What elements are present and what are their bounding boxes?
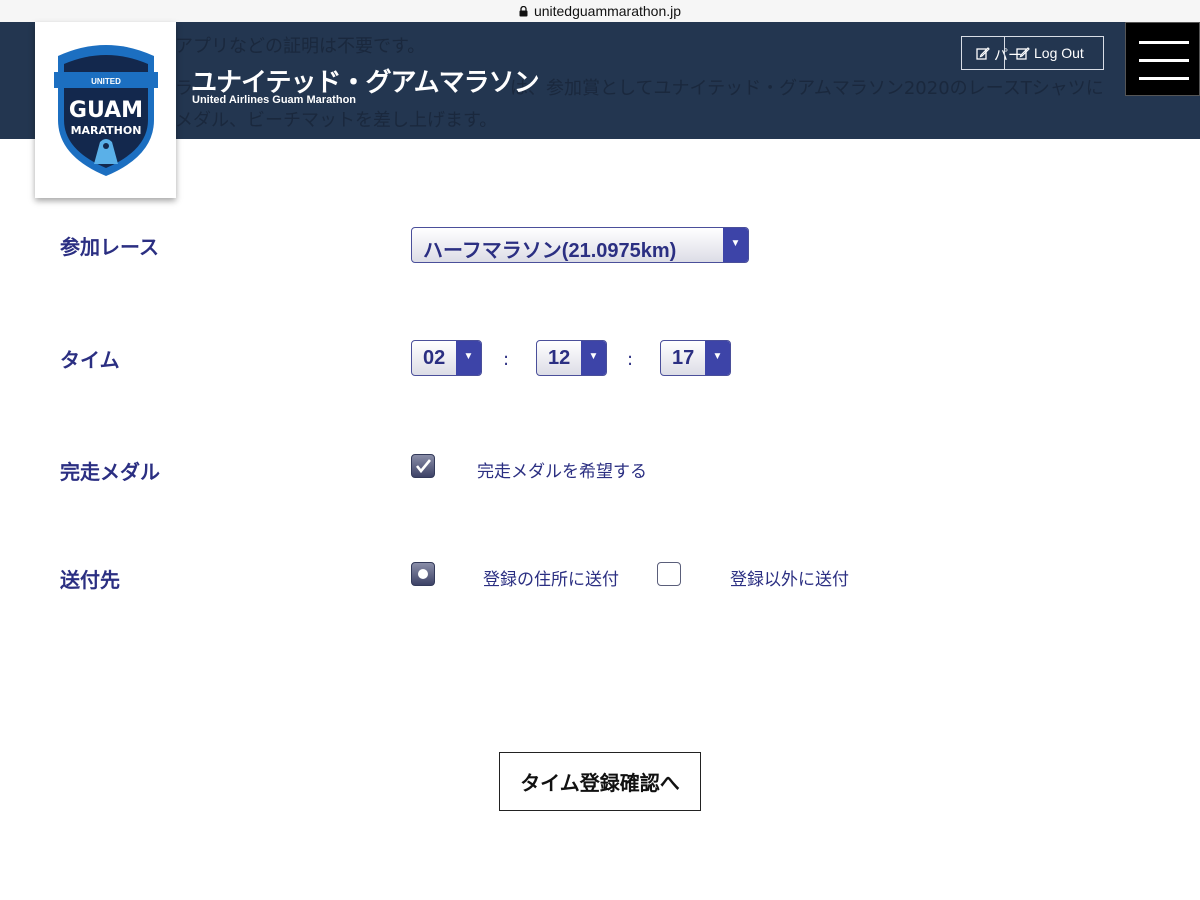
time-separator: : (627, 349, 634, 370)
shipping-registered-address-radio[interactable] (411, 562, 435, 586)
time-separator: : (503, 349, 510, 370)
bg-text-line3: メダル、ビーチマットを差し上げます。 (175, 110, 498, 131)
medal-checkbox[interactable] (411, 454, 435, 478)
shipping-option1-label[interactable]: 登録の住所に送付 (483, 565, 619, 590)
dropdown-arrow-icon: ▼ (581, 341, 606, 375)
logo-text-top: UNITED (91, 77, 121, 86)
site-subtitle: United Airlines Guam Marathon (192, 94, 357, 106)
medal-label: 完走メダル (60, 460, 160, 484)
site-header: アプリなどの証明は不要です。 ラ は、参加賞としてユナイテッド・グアムマラソン2… (0, 22, 1200, 139)
dropdown-arrow-icon: ▼ (456, 341, 481, 375)
logout-divider (1004, 37, 1005, 70)
time-seconds-value: 17 (672, 347, 695, 369)
race-label: 参加レース (60, 235, 159, 259)
logo-text-main1: GUAM (68, 98, 142, 123)
hamburger-menu-button[interactable] (1125, 22, 1200, 96)
logo-text-main2: MARATHON (70, 124, 141, 137)
menu-bar (1139, 59, 1189, 62)
site-logo[interactable]: UNITED GUAM MARATHON (35, 22, 176, 198)
url-text: unitedguammarathon.jp (533, 3, 682, 19)
time-label: タイム (60, 348, 120, 372)
logout-button[interactable]: パー Log Out (961, 36, 1104, 70)
time-hours-select[interactable]: 02 ▼ (411, 340, 482, 376)
time-minutes-value: 12 (548, 347, 571, 369)
radio-dot-icon (418, 569, 428, 579)
race-select[interactable]: ハーフマラソン(21.0975km) ▼ (411, 227, 749, 263)
checkmark-icon (415, 459, 432, 474)
edit-icon (1016, 47, 1030, 60)
browser-url-bar[interactable]: unitedguammarathon.jp (0, 0, 1200, 22)
time-hours-value: 02 (423, 347, 446, 369)
race-selected-value: ハーフマラソン(21.0975km) (423, 240, 677, 262)
logout-label-2: Log Out (1034, 45, 1084, 61)
medal-option-label[interactable]: 完走メダルを希望する (477, 457, 647, 482)
confirm-time-registration-button[interactable]: タイム登録確認へ (499, 752, 701, 811)
dropdown-arrow-icon: ▼ (723, 228, 748, 262)
guam-marathon-logo-icon: UNITED GUAM MARATHON (53, 45, 158, 176)
shipping-other-address-radio[interactable] (657, 562, 681, 586)
menu-bar (1139, 41, 1189, 44)
menu-bar (1139, 77, 1189, 80)
time-minutes-select[interactable]: 12 ▼ (536, 340, 607, 376)
time-seconds-select[interactable]: 17 ▼ (660, 340, 731, 376)
dropdown-arrow-icon: ▼ (705, 341, 730, 375)
shipping-option2-label[interactable]: 登録以外に送付 (730, 565, 849, 590)
lock-icon (519, 5, 528, 16)
bg-text-line1: アプリなどの証明は不要です。 (175, 36, 426, 57)
bg-text-line2b: は、参加賞としてユナイテッド・グアムマラソン2020のレースTシャツに (510, 78, 1104, 99)
edit-icon (976, 47, 990, 60)
shipping-label: 送付先 (60, 568, 120, 592)
